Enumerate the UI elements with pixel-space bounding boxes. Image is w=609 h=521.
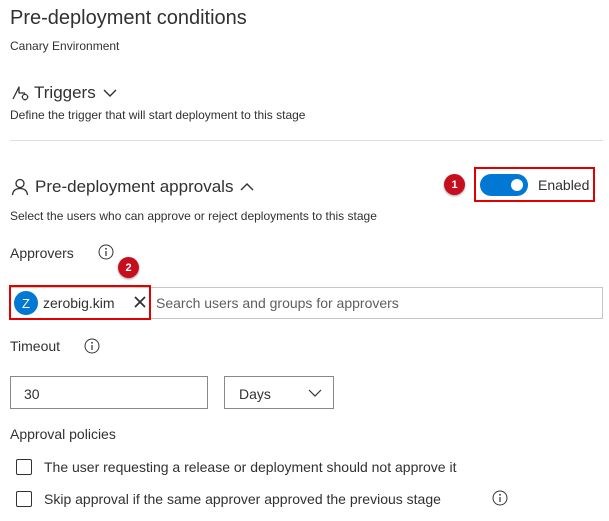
approval-policies-label: Approval policies: [10, 426, 116, 442]
pre-deployment-conditions-panel: Pre-deployment conditions Canary Environ…: [0, 0, 609, 521]
approvals-header[interactable]: Pre-deployment approvals: [10, 176, 255, 198]
policy-checkbox-skip[interactable]: [16, 491, 32, 507]
info-icon[interactable]: [492, 490, 508, 506]
triggers-description: Define the trigger that will start deplo…: [10, 108, 306, 122]
timeout-label: Timeout: [10, 338, 61, 354]
approvers-label: Approvers: [10, 245, 74, 261]
approvals-title: Pre-deployment approvals: [35, 177, 234, 196]
timeout-value: 30: [24, 386, 40, 402]
policy-label-skip: Skip approval if the same approver appro…: [44, 491, 441, 507]
approver-name: zerobig.kim: [43, 295, 115, 311]
approvals-enabled-toggle[interactable]: [480, 174, 528, 196]
info-icon[interactable]: [84, 338, 100, 354]
info-icon[interactable]: [98, 244, 114, 260]
trigger-icon: [10, 83, 30, 103]
close-icon[interactable]: [131, 293, 149, 311]
triggers-title: Triggers: [34, 83, 96, 102]
chevron-up-icon: [239, 179, 255, 195]
annotation-badge-1: 1: [444, 174, 465, 195]
approvers-search-placeholder: Search users and groups for approvers: [156, 295, 399, 311]
chevron-down-icon: [102, 85, 118, 101]
triggers-header[interactable]: Triggers: [10, 82, 118, 104]
approvals-description: Select the users who can approve or reje…: [10, 209, 377, 223]
policy-label-requester: The user requesting a release or deploym…: [44, 459, 457, 475]
toggle-label: Enabled: [538, 177, 590, 193]
policy-checkbox-requester[interactable]: [16, 459, 32, 475]
person-icon: [10, 177, 30, 197]
timeout-unit-value: Days: [239, 386, 271, 402]
toggle-knob: [511, 179, 523, 191]
environment-subtitle: Canary Environment: [10, 39, 120, 53]
page-title: Pre-deployment conditions: [10, 7, 247, 29]
avatar: Z: [14, 291, 38, 315]
annotation-badge-2: 2: [118, 257, 139, 278]
section-divider: [10, 140, 603, 141]
chevron-down-icon: [307, 385, 323, 401]
